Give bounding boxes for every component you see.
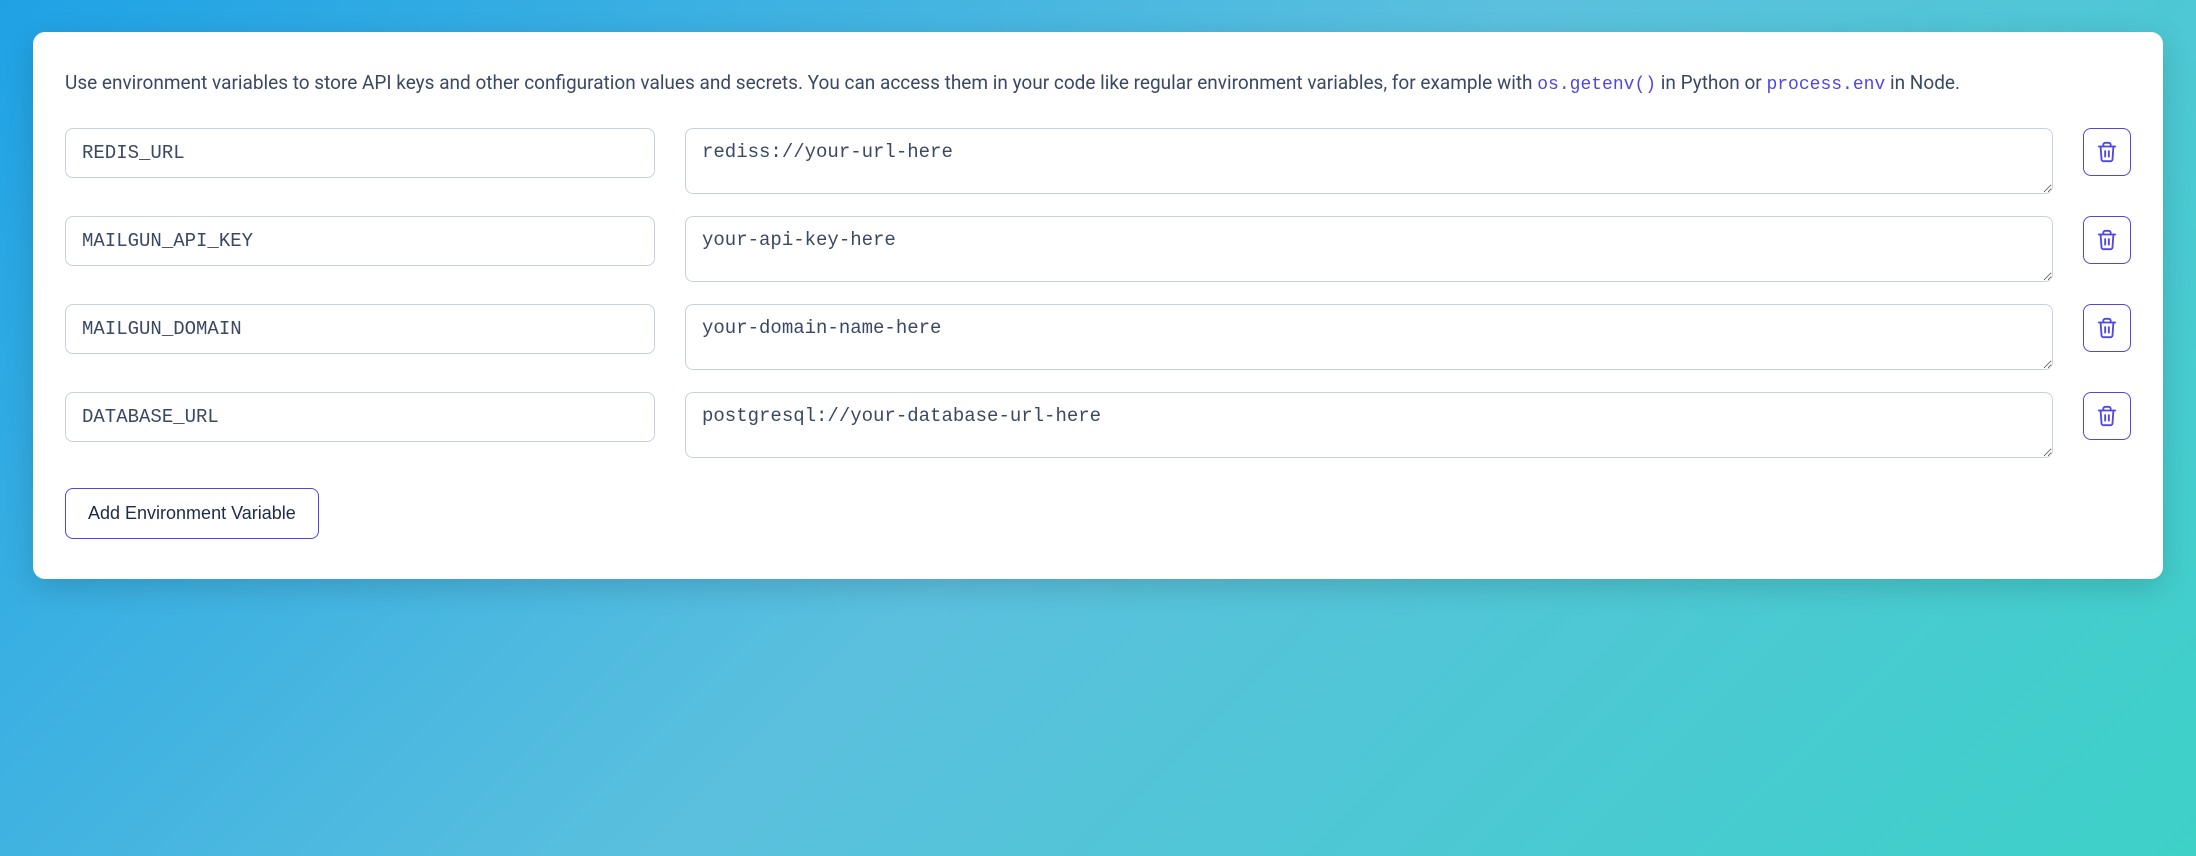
intro-code-node: process.env [1766,75,1885,95]
env-vars-card: Use environment variables to store API k… [33,32,2163,579]
trash-icon [2096,229,2118,251]
env-var-value-input[interactable] [685,216,2053,282]
add-env-var-button[interactable]: Add Environment Variable [65,488,319,539]
env-var-key-input[interactable] [65,128,655,178]
env-var-row [65,392,2131,458]
env-var-key-input[interactable] [65,304,655,354]
delete-env-var-button[interactable] [2083,216,2131,264]
delete-env-var-button[interactable] [2083,304,2131,352]
env-var-row [65,304,2131,370]
env-var-row [65,216,2131,282]
delete-env-var-button[interactable] [2083,392,2131,440]
intro-text-1: Use environment variables to store API k… [65,71,1537,94]
env-var-value-input[interactable] [685,128,2053,194]
trash-icon [2096,405,2118,427]
intro-text-3: in Node. [1885,71,1960,94]
env-var-key-input[interactable] [65,216,655,266]
env-var-key-input[interactable] [65,392,655,442]
trash-icon [2096,317,2118,339]
env-var-value-input[interactable] [685,392,2053,458]
intro-text: Use environment variables to store API k… [65,68,2131,100]
env-var-row [65,128,2131,194]
trash-icon [2096,141,2118,163]
env-var-rows [65,128,2131,458]
env-var-value-input[interactable] [685,304,2053,370]
intro-code-python: os.getenv() [1537,75,1656,95]
intro-text-2: in Python or [1656,71,1766,94]
delete-env-var-button[interactable] [2083,128,2131,176]
